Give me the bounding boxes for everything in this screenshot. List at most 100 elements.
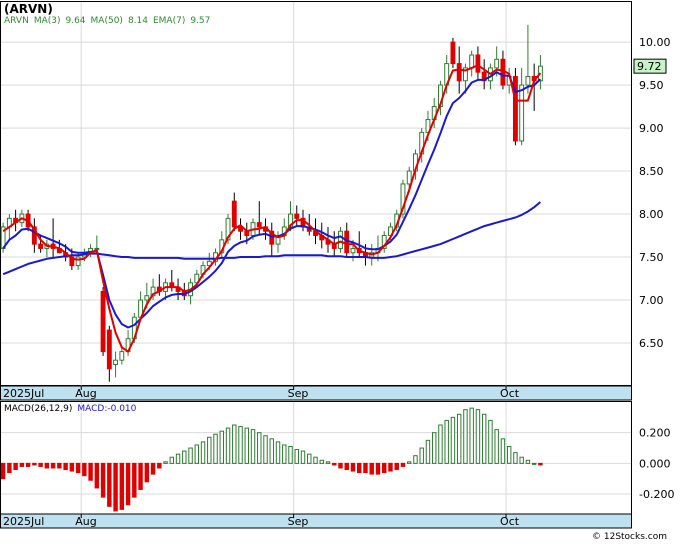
macd-bar bbox=[63, 462, 68, 471]
macd-bar bbox=[207, 436, 212, 464]
candle-body bbox=[519, 84, 525, 142]
candle-body bbox=[100, 290, 106, 353]
macd-bar bbox=[132, 462, 137, 498]
macd-bar bbox=[488, 419, 493, 464]
macd-bar bbox=[232, 424, 237, 464]
macd-bar bbox=[163, 461, 168, 464]
macd-bar bbox=[119, 462, 125, 510]
candle-body bbox=[119, 351, 125, 361]
candle-body bbox=[350, 247, 356, 254]
macd-bar bbox=[175, 453, 181, 464]
macd-bar bbox=[538, 462, 543, 466]
candle-body bbox=[256, 222, 262, 228]
macd-bar bbox=[413, 455, 418, 464]
macd-bar bbox=[269, 438, 274, 464]
macd-bar bbox=[82, 462, 87, 477]
legend-entry: 9.64 bbox=[65, 16, 86, 26]
candle-body bbox=[494, 58, 500, 69]
candle-body bbox=[75, 256, 81, 267]
macd-bar bbox=[50, 462, 56, 469]
legend-entry: ARVN bbox=[4, 16, 29, 26]
y-tick-label: 10.00 bbox=[639, 36, 671, 49]
macd-bar bbox=[450, 416, 456, 464]
x-tick-label: 2025Jul bbox=[3, 515, 44, 528]
macd-panel: 0.200 0.000 -0.200 2025Jul Aug Sep Oct bbox=[0, 401, 674, 529]
watermark: © 12Stocks.com bbox=[592, 532, 667, 542]
macd-legend: MACD(26,12,9) MACD:-0.010 bbox=[4, 404, 141, 414]
macd-bar bbox=[225, 427, 231, 464]
legend-entry: MA(50) bbox=[90, 16, 123, 26]
macd-bar bbox=[319, 459, 324, 464]
macd-bar bbox=[344, 462, 349, 471]
macd-bar bbox=[513, 452, 518, 464]
candle-body bbox=[525, 75, 531, 86]
macd-bar bbox=[525, 459, 531, 464]
y-tick-label: 7.00 bbox=[639, 294, 664, 307]
macd-bar bbox=[469, 407, 474, 464]
macd-bar bbox=[431, 432, 437, 464]
x-tick-label: Oct bbox=[500, 387, 520, 400]
macd-bar bbox=[350, 462, 356, 472]
candle-body bbox=[294, 213, 300, 219]
price-panel: 10.00 9.50 9.00 8.50 8.00 7.50 7.00 6.50 2025Jul… bbox=[0, 1, 671, 401]
macd-bar bbox=[494, 429, 499, 464]
x-tick-label: Sep bbox=[288, 387, 309, 400]
macd-bar bbox=[157, 462, 162, 469]
macd-bar bbox=[394, 462, 399, 471]
candle-body bbox=[406, 170, 412, 185]
macd-bar bbox=[25, 462, 31, 467]
macd-bar bbox=[506, 445, 512, 464]
stock-chart: 10.00 9.50 9.00 8.50 8.00 7.50 7.00 6.50 2025Jul… bbox=[0, 1, 674, 529]
macd-bar bbox=[213, 433, 218, 464]
macd-bar bbox=[238, 426, 243, 464]
macd-bar bbox=[307, 453, 312, 464]
x-tick-label: Aug bbox=[75, 515, 96, 528]
candle-body bbox=[456, 63, 462, 82]
macd-bar bbox=[357, 462, 362, 474]
macd-bar bbox=[200, 441, 206, 464]
macd-bar bbox=[44, 462, 50, 469]
macd-bar bbox=[32, 462, 37, 466]
macd-bar bbox=[250, 429, 256, 464]
legend-entry: MACD(26,12,9) bbox=[4, 404, 73, 414]
macd-bar bbox=[100, 462, 106, 498]
macd-bar bbox=[188, 447, 193, 464]
macd-bar bbox=[88, 462, 93, 481]
price-legend: ARVN MA(3) 9.64 MA(50) 8.14 EMA(7) 9.57 bbox=[4, 16, 215, 26]
macd-bar bbox=[456, 413, 462, 464]
macd-bar bbox=[294, 449, 299, 464]
y-tick-label: 9.50 bbox=[639, 79, 664, 92]
macd-bar bbox=[263, 435, 268, 464]
candle-body bbox=[144, 295, 150, 301]
macd-bar bbox=[382, 462, 387, 474]
macd-bar bbox=[194, 444, 200, 464]
macd-bar bbox=[500, 438, 506, 464]
macd-bar bbox=[325, 461, 331, 464]
macd-bar bbox=[519, 456, 524, 464]
y-tick-label: 7.50 bbox=[639, 251, 664, 264]
y-tick-label: 6.50 bbox=[639, 337, 664, 350]
y-tick-label: 8.00 bbox=[639, 208, 664, 221]
macd-bar bbox=[463, 409, 468, 464]
macd-bar bbox=[481, 413, 487, 464]
legend-entry: 9.57 bbox=[190, 16, 211, 26]
macd-bar bbox=[438, 424, 443, 464]
macd-bar bbox=[300, 450, 306, 464]
macd-bar bbox=[75, 462, 81, 474]
y-tick-label: 0.200 bbox=[639, 427, 671, 440]
macd-bar bbox=[275, 441, 281, 464]
macd-bar bbox=[338, 462, 343, 469]
legend-entry: MACD:-0.010 bbox=[77, 404, 137, 414]
macd-bar bbox=[369, 462, 374, 475]
macd-bar bbox=[94, 462, 100, 489]
y-tick-label: 0.000 bbox=[639, 457, 671, 470]
y-tick-label: -0.200 bbox=[639, 488, 674, 501]
macd-bar bbox=[531, 462, 537, 465]
macd-bar bbox=[332, 462, 337, 466]
macd-bar bbox=[7, 462, 12, 474]
macd-bar bbox=[313, 456, 318, 464]
x-tick-label: Sep bbox=[288, 515, 309, 528]
macd-bar bbox=[363, 462, 368, 474]
macd-bar bbox=[38, 462, 43, 467]
y-tick-label: 8.50 bbox=[639, 165, 664, 178]
